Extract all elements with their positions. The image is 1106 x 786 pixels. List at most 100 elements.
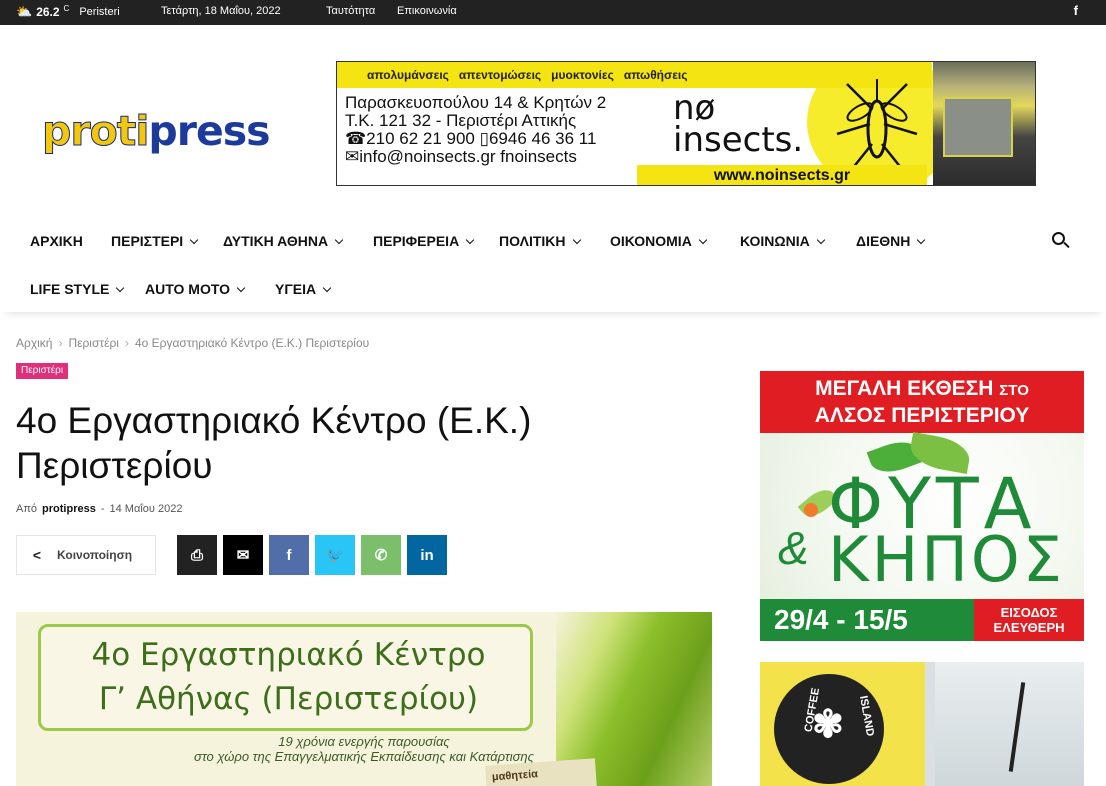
- article-title-line: Περιστερίου: [16, 445, 213, 486]
- email-icon: ✉: [236, 547, 250, 564]
- facebook-icon: f: [286, 546, 292, 564]
- nav-item-lifestyle[interactable]: LIFE STYLE: [30, 281, 125, 297]
- ad-red-header: ΜΕΓΑΛΗ ΕΚΘΕΣΗ ΣΤΟ ΑΛΣΟΣ ΠΕΡΙΣΤΕΡΙΟΥ: [760, 371, 1084, 433]
- breadcrumb: Αρχική › Περιστέρι › 4ο Εργαστηριακό Κέν…: [16, 336, 369, 350]
- ad-word: ΚΗΠΟΣ: [828, 523, 1065, 596]
- weather-city: Peristeri: [79, 6, 120, 18]
- nav-item-health[interactable]: ΥΓΕΙΑ: [275, 281, 332, 297]
- ad-headline: ΜΕΓΑΛΗ ΕΚΘΕΣΗ: [815, 377, 994, 400]
- chevron-down-icon: [698, 235, 708, 245]
- meta-separator: -: [100, 503, 105, 515]
- breadcrumb-current: 4ο Εργαστηριακό Κέντρο (Ε.Κ.) Περιστερίο…: [134, 336, 370, 350]
- ad-address-line: Παρασκευοπούλου 14 & Κρητών 2: [345, 93, 607, 112]
- share-label-box: < Κοινοποίηση: [16, 535, 156, 575]
- category-badge[interactable]: Περιστέρι: [16, 363, 69, 379]
- featured-subline: 19 χρόνια ενεργής παρουσίας: [278, 734, 450, 749]
- temperature-unit: C: [63, 3, 70, 13]
- ad-free-line: ΕΛΕΥΘΕΡΗ: [993, 620, 1065, 635]
- ad-service: απεντομώσεις: [458, 68, 542, 82]
- search-icon[interactable]: [1051, 231, 1071, 251]
- breadcrumb-separator: ›: [58, 336, 63, 350]
- weather-widget: ⛅ 26.2 C Peristeri: [16, 4, 120, 20]
- nav-item-label: ΠΕΡΙΣΤΕΡΙ: [111, 233, 184, 249]
- nav-item-west-athens[interactable]: ΔΥΤΙΚΗ ΑΘΗΝΑ: [223, 233, 344, 249]
- featured-image: 4ο Εργαστηριακό Κέντρο Γ’ Αθήνας (Περιστ…: [16, 612, 712, 786]
- nav-item-society[interactable]: ΚΟΙΝΩΝΙΑ: [740, 233, 825, 249]
- coffee-island-logo: COFFEE ✾ ISLAND: [774, 674, 884, 784]
- site-logo[interactable]: protipress: [41, 107, 270, 156]
- ad-service: απωθήσεις: [623, 68, 688, 82]
- article-meta: Από protipress - 14 Μαΐου 2022: [16, 503, 182, 515]
- ad-address-line: Τ.Κ. 121 32 - Περιστέρι Αττικής: [345, 111, 577, 130]
- nav-item-label: ΔΙΕΘΝΗ: [856, 233, 911, 249]
- nav-item-label: ΟΙΚΟΝΟΜΙΑ: [610, 233, 692, 249]
- nav-item-international[interactable]: ΔΙΕΘΝΗ: [856, 233, 926, 249]
- chevron-down-icon: [334, 235, 344, 245]
- ad-free-line: ΕΙΣΟΔΟΣ: [1000, 605, 1058, 620]
- nav-item-politics[interactable]: ΠΟΛΙΤΙΚΗ: [499, 233, 581, 249]
- temperature: 26.2: [36, 5, 60, 19]
- breadcrumb-home[interactable]: Αρχική: [16, 336, 52, 350]
- whatsapp-share-button[interactable]: ✆: [361, 535, 401, 575]
- breadcrumb-separator: ›: [124, 336, 129, 350]
- nav-item-economy[interactable]: ΟΙΚΟΝΟΜΙΑ: [610, 233, 708, 249]
- whatsapp-icon: ✆: [374, 547, 388, 564]
- top-bar: ⛅ 26.2 C Peristeri Τετάρτη, 18 Μαΐου, 20…: [0, 0, 1106, 25]
- ad-brand: nø insects.: [673, 91, 804, 160]
- article-author[interactable]: protipress: [42, 503, 96, 515]
- nav-item-home[interactable]: ΑΡΧΙΚΗ: [30, 233, 83, 249]
- article-title-line: 4ο Εργαστηριακό Κέντρο (Ε.Κ.): [16, 400, 532, 441]
- ad-brand-line: insects.: [673, 120, 804, 160]
- byline-prefix: Από: [16, 503, 38, 515]
- facebook-share-button[interactable]: f: [269, 535, 309, 575]
- ad-shopfront: [943, 97, 1013, 157]
- nav-item-label: LIFE STYLE: [30, 281, 110, 297]
- logo-part-proti: proti: [41, 107, 149, 156]
- print-share-button[interactable]: ⎙: [177, 535, 217, 575]
- linkedin-share-button[interactable]: in: [407, 535, 447, 575]
- nav-item-region[interactable]: ΠΕΡΙΦΕΡΕΙΑ: [373, 233, 475, 249]
- nav-item-label: ΔΥΤΙΚΗ ΑΘΗΝΑ: [223, 233, 329, 249]
- ad-website: www.noinsects.gr: [637, 165, 927, 185]
- chevron-down-icon: [572, 235, 581, 245]
- logo-text: ISLAND: [857, 694, 876, 738]
- logo-part-press: press: [148, 107, 270, 155]
- ad-dates: 29/4 - 15/5: [760, 599, 974, 641]
- chevron-down-icon: [322, 283, 332, 293]
- article-title: 4ο Εργαστηριακό Κέντρο (Ε.Κ.) Περιστερίο…: [16, 398, 696, 488]
- nav-item-label: ΠΕΡΙΦΕΡΕΙΑ: [373, 233, 460, 249]
- ad-headline: ΑΛΣΟΣ ΠΕΡΙΣΤΕΡΙΟΥ: [814, 404, 1030, 427]
- ad-free-entry: ΕΙΣΟΔΟΣ ΕΛΕΥΘΕΡΗ: [974, 599, 1084, 641]
- featured-title-box: 4ο Εργαστηριακό Κέντρο Γ’ Αθήνας (Περιστ…: [38, 624, 533, 731]
- nav-item-label: ΠΟΛΙΤΙΚΗ: [499, 233, 566, 249]
- ad-email: ✉info@noinsects.gr fnoinsects: [345, 147, 577, 166]
- nav-item-label: AUTO MOTO: [145, 281, 231, 297]
- facebook-icon[interactable]: f: [1074, 3, 1078, 18]
- chevron-down-icon: [816, 235, 825, 245]
- chevron-down-icon: [236, 283, 246, 293]
- ad-address-block: Παρασκευοπούλου 14 & Κρητών 2 Τ.Κ. 121 3…: [345, 94, 606, 166]
- nav-item-label: ΑΡΧΙΚΗ: [30, 233, 83, 249]
- chevron-down-icon: [465, 235, 475, 245]
- mosquito-icon: [836, 79, 918, 170]
- current-date: Τετάρτη, 18 Μαΐου, 2022: [161, 5, 281, 17]
- topbar-link-about[interactable]: Ταυτότητα: [326, 5, 375, 17]
- chevron-down-icon: [189, 235, 199, 245]
- share-icon: <: [32, 547, 42, 563]
- header-ad-banner[interactable]: απολυμάνσεις απεντομώσεις μυοκτονίες απω…: [336, 61, 1036, 186]
- nav-item-label: ΚΟΙΝΩΝΙΑ: [740, 233, 810, 249]
- featured-subline: στο χώρο της Επαγγελματικής Εκπαίδευσης …: [194, 749, 534, 764]
- topbar-link-contact[interactable]: Επικοινωνία: [397, 5, 457, 17]
- email-share-button[interactable]: ✉: [223, 535, 263, 575]
- breadcrumb-category[interactable]: Περιστέρι: [68, 336, 119, 350]
- coffee-plant-icon: ✾: [812, 704, 844, 746]
- cloud-sun-icon: ⛅: [16, 4, 33, 19]
- featured-line: Γ’ Αθήνας (Περιστερίου): [98, 681, 479, 717]
- share-label: Κοινοποίηση: [57, 548, 133, 562]
- nav-item-auto-moto[interactable]: AUTO MOTO: [145, 281, 246, 297]
- sidebar-ad-coffee-island[interactable]: COFFEE ✾ ISLAND: [760, 662, 1084, 786]
- sidebar-ad-garden-expo[interactable]: ΜΕΓΑΛΗ ΕΚΘΕΣΗ ΣΤΟ ΑΛΣΟΣ ΠΕΡΙΣΤΕΡΙΟΥ ΦΥΤΑ…: [760, 371, 1084, 641]
- ad-service: μυοκτονίες: [551, 68, 614, 82]
- twitter-share-button[interactable]: 🐦: [315, 535, 355, 575]
- nav-item-peristeri[interactable]: ΠΕΡΙΣΤΕΡΙ: [111, 233, 199, 249]
